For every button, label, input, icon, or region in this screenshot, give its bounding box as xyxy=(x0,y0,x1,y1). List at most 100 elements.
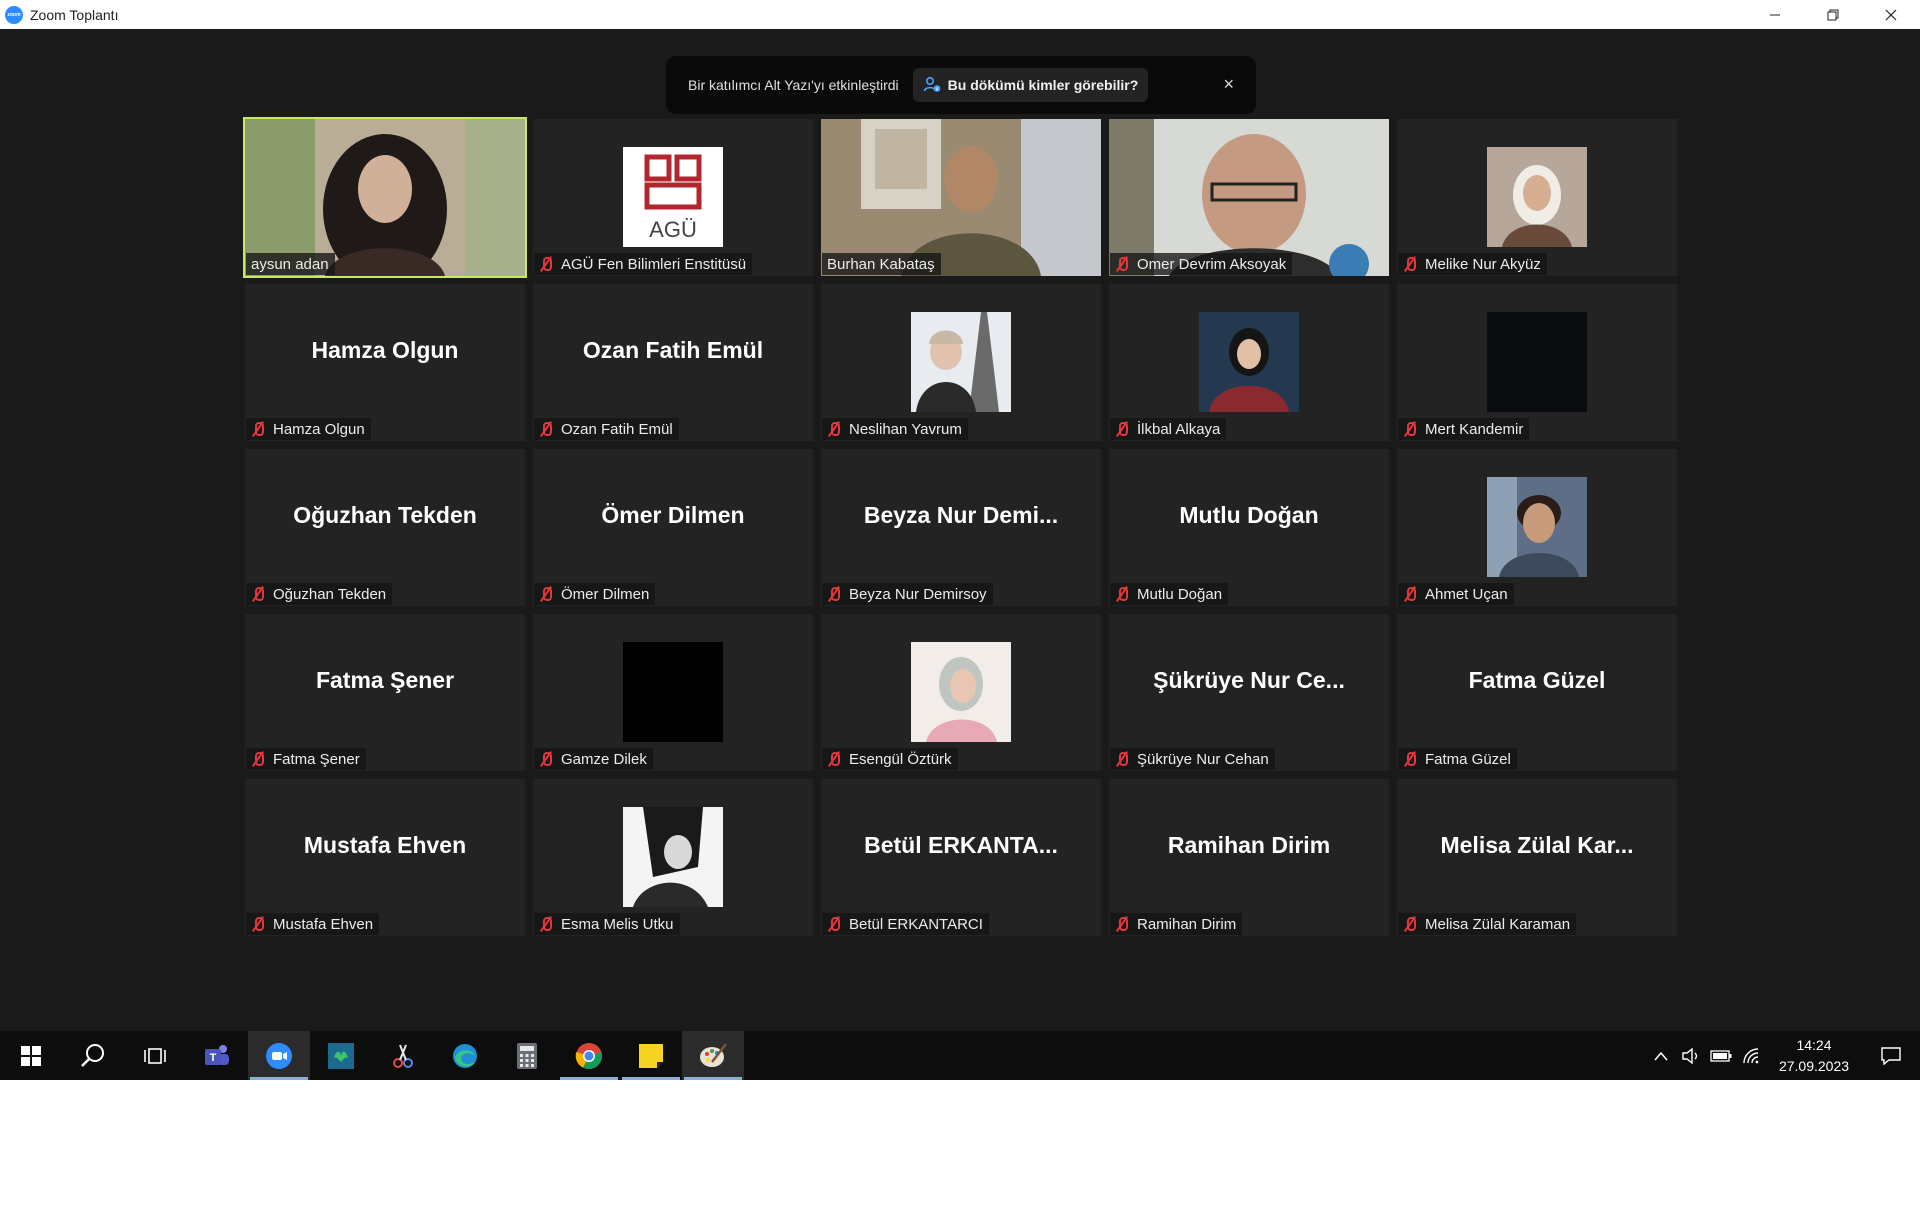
participant-tile[interactable]: Fatma Şener Fatma Şener xyxy=(245,614,525,771)
participant-tile[interactable]: Neslihan Yavrum xyxy=(821,284,1101,441)
participant-tile[interactable]: Hamza Olgun Hamza Olgun xyxy=(245,284,525,441)
sticky-notes-taskbar-button[interactable] xyxy=(620,1031,682,1080)
participant-tile[interactable]: Şükrüye Nur Ce... Şükrüye Nur Cehan xyxy=(1109,614,1389,771)
meeting-area: Bir katılımcı Alt Yazı'yı etkinleştirdi … xyxy=(0,29,1920,1031)
mic-muted-icon xyxy=(1115,751,1129,767)
participant-tile[interactable]: Melike Nur Akyüz xyxy=(1397,119,1677,276)
participant-tile[interactable]: Oğuzhan Tekden Oğuzhan Tekden xyxy=(245,449,525,606)
mic-muted-icon xyxy=(1403,751,1417,767)
search-button[interactable] xyxy=(62,1031,124,1080)
minimize-icon xyxy=(1770,14,1780,15)
mic-muted-icon xyxy=(1403,586,1417,602)
mic-muted-icon xyxy=(251,586,265,602)
action-center-button[interactable] xyxy=(1862,1031,1920,1080)
speaker-icon xyxy=(1682,1047,1698,1064)
start-button[interactable] xyxy=(0,1031,62,1080)
zoom-taskbar-button[interactable] xyxy=(248,1031,310,1080)
window-title: Zoom Toplantı xyxy=(30,6,119,23)
restore-button[interactable] xyxy=(1804,0,1862,29)
chevron-up-icon xyxy=(1654,1051,1668,1060)
mic-muted-icon xyxy=(539,751,553,767)
minimize-button[interactable] xyxy=(1746,0,1804,29)
participant-name-label: Mutlu Doğan xyxy=(1110,583,1229,605)
calculator-icon xyxy=(517,1042,537,1069)
participant-display-name: Şükrüye Nur Ce... xyxy=(1153,667,1345,693)
participant-name-label: Mustafa Ehven xyxy=(246,913,380,935)
participant-name-label: Hamza Olgun xyxy=(246,418,371,440)
participant-tile[interactable]: Esma Melis Utku xyxy=(533,779,813,936)
participant-display-name: Fatma Güzel xyxy=(1468,667,1606,693)
participant-photo xyxy=(623,807,723,907)
close-button[interactable] xyxy=(1862,0,1920,29)
participant-photo xyxy=(911,312,1011,412)
chrome-taskbar-button[interactable] xyxy=(558,1031,620,1080)
participant-display-name: Fatma Şener xyxy=(315,667,455,693)
participant-tile[interactable]: AGÜ AGÜ Fen Bilimleri Enstitüsü xyxy=(533,119,813,276)
participant-display-name: Mustafa Ehven xyxy=(303,832,467,858)
title-bar: zoom Zoom Toplantı xyxy=(0,0,1920,29)
task-view-button[interactable] xyxy=(124,1031,186,1080)
participant-display-name: Melisa Zülal Kar... xyxy=(1440,832,1634,858)
participant-tile[interactable]: Fatma Güzel Fatma Güzel xyxy=(1397,614,1677,771)
calculator-button[interactable] xyxy=(496,1031,558,1080)
participant-tile[interactable]: Betül ERKANTA... Betül ERKANTARCI xyxy=(821,779,1101,936)
clock[interactable]: 14:24 27.09.2023 xyxy=(1766,1035,1862,1077)
participant-name-label: aysun adan xyxy=(246,253,335,275)
participant-tile[interactable]: Mustafa Ehven Mustafa Ehven xyxy=(245,779,525,936)
participant-display-name: Ozan Fatih Emül xyxy=(582,337,764,363)
zoom-icon xyxy=(266,1042,292,1069)
svg-text:AGÜ: AGÜ xyxy=(649,217,697,242)
participant-name-label: İlkbal Alkaya xyxy=(1110,418,1227,440)
participant-tile[interactable]: Ozan Fatih Emül Ozan Fatih Emül xyxy=(533,284,813,441)
participant-name-label: Betül ERKANTARCI xyxy=(822,913,989,935)
notification-text: Bir katılımcı Alt Yazı'yı etkinleştirdi xyxy=(688,77,899,93)
participant-tile[interactable]: Ömer Dilmen Ömer Dilmen xyxy=(533,449,813,606)
teams-button[interactable]: T xyxy=(186,1031,248,1080)
notification-close-button[interactable]: × xyxy=(1223,74,1234,95)
participant-display-name: Beyza Nur Demi... xyxy=(863,502,1059,528)
mic-muted-icon xyxy=(539,256,553,272)
volume-button[interactable] xyxy=(1676,1031,1706,1080)
participant-tile[interactable]: Ahmet Uçan xyxy=(1397,449,1677,606)
participant-tile[interactable]: Omer Devrim Aksoyak xyxy=(1109,119,1389,276)
participant-name-label: Burhan Kabataş xyxy=(822,253,941,275)
participant-tile[interactable]: Burhan Kabataş xyxy=(821,119,1101,276)
close-icon xyxy=(1885,9,1897,20)
battery-button[interactable] xyxy=(1706,1031,1736,1080)
app-taskbar-button[interactable] xyxy=(310,1031,372,1080)
participant-display-name: Hamza Olgun xyxy=(311,337,459,363)
participant-gallery: aysun adan AGÜ AGÜ Fen Bilimleri Enstitü… xyxy=(243,117,1677,936)
participant-name-label: Oğuzhan Tekden xyxy=(246,583,393,605)
network-button[interactable] xyxy=(1736,1031,1766,1080)
mic-muted-icon xyxy=(1403,256,1417,272)
participant-name-label: Fatma Şener xyxy=(246,748,366,770)
participant-tile[interactable]: Ramihan Dirim Ramihan Dirim xyxy=(1109,779,1389,936)
participant-tile[interactable]: Gamze Dilek xyxy=(533,614,813,771)
participant-tile[interactable]: aysun adan xyxy=(243,117,527,278)
sticky-notes-icon xyxy=(639,1043,663,1068)
notification-icon xyxy=(1881,1046,1901,1065)
snipping-tool-button[interactable] xyxy=(372,1031,434,1080)
mic-muted-icon xyxy=(827,421,841,437)
chrome-icon xyxy=(575,1042,602,1069)
battery-icon xyxy=(1710,1049,1732,1062)
paint-taskbar-button[interactable] xyxy=(682,1031,744,1080)
task-view-icon xyxy=(144,1047,166,1064)
search-icon xyxy=(81,1043,104,1067)
participant-tile[interactable]: Mutlu Doğan Mutlu Doğan xyxy=(1109,449,1389,606)
mic-muted-icon xyxy=(539,916,553,932)
participant-photo xyxy=(623,642,723,742)
transcript-visibility-label: Bu dökümü kimler görebilir? xyxy=(947,77,1139,93)
edge-button[interactable] xyxy=(434,1031,496,1080)
participant-tile[interactable]: Melisa Zülal Kar... Melisa Zülal Karaman xyxy=(1397,779,1677,936)
mic-muted-icon xyxy=(827,586,841,602)
transcript-visibility-button[interactable]: Bu dökümü kimler görebilir? xyxy=(912,68,1149,102)
participant-name-label: Melisa Zülal Karaman xyxy=(1398,913,1577,935)
participant-tile[interactable]: İlkbal Alkaya xyxy=(1109,284,1389,441)
participant-name-label: Gamze Dilek xyxy=(534,748,653,770)
participant-tile[interactable]: Beyza Nur Demi... Beyza Nur Demirsoy xyxy=(821,449,1101,606)
participant-name-label: Ahmet Uçan xyxy=(1398,583,1514,605)
show-hidden-icons-button[interactable] xyxy=(1646,1031,1676,1080)
participant-tile[interactable]: Esengül Öztürk xyxy=(821,614,1101,771)
participant-tile[interactable]: Mert Kandemir xyxy=(1397,284,1677,441)
